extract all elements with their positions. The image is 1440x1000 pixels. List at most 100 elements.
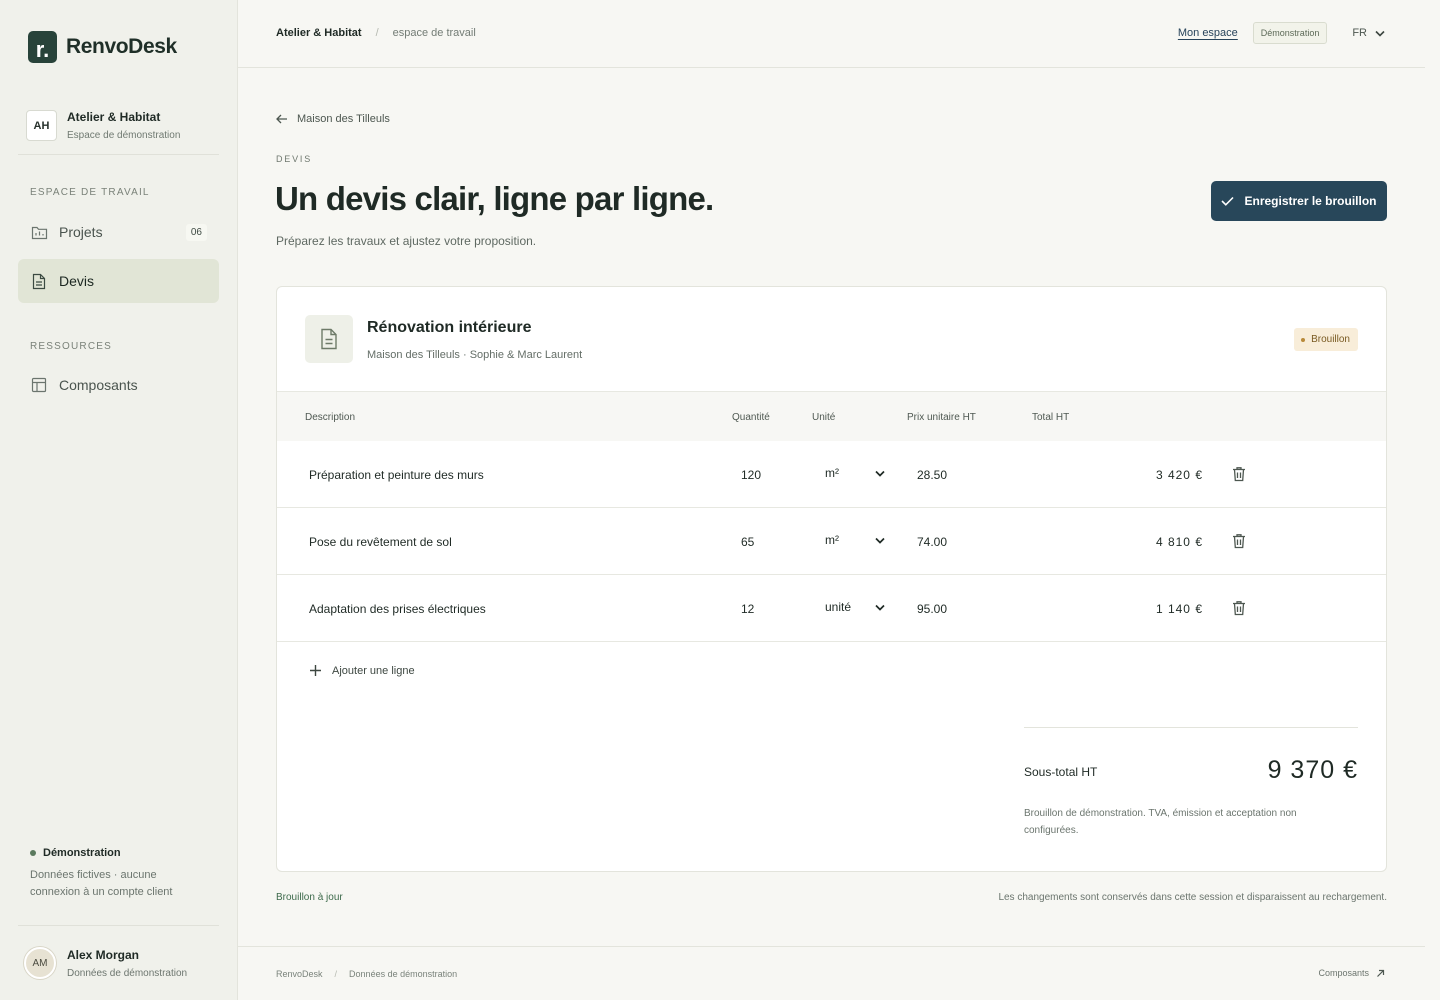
app-logo[interactable]: r. RenvoDesk [28, 31, 177, 63]
column-header: Total HT [1032, 412, 1070, 423]
section-label-workspace: ESPACE DE TRAVAIL [30, 187, 150, 198]
column-header: Prix unitaire HT [907, 412, 976, 423]
table-row: Adaptation des prises électriques 12 uni… [277, 575, 1386, 642]
demo-text: Données fictives · aucune connexion à un… [30, 869, 173, 898]
app-name: RenvoDesk [66, 35, 177, 58]
description-input[interactable]: Adaptation des prises électriques [309, 602, 486, 616]
unit-price-input[interactable]: 74.00 [917, 535, 947, 549]
demo-badge: Démonstration [1252, 22, 1328, 44]
unit-value: m² [825, 466, 839, 480]
layout-icon [30, 376, 48, 394]
chevron-down-icon [875, 604, 885, 611]
footer-components-link[interactable]: Composants [1318, 968, 1385, 978]
workspace-name: Atelier & Habitat [67, 110, 161, 124]
column-header: Unité [812, 412, 836, 423]
workspace-avatar: AH [26, 110, 57, 141]
section-label-resources: RESSOURCES [30, 341, 113, 352]
add-line-button[interactable]: Ajouter une ligne [309, 664, 415, 677]
my-space-link[interactable]: Mon espace [1178, 27, 1238, 39]
table-header: Description Quantité Unité Prix unitaire… [277, 391, 1386, 441]
quantity-input[interactable]: 65 [741, 535, 754, 549]
external-link-icon [1377, 969, 1385, 977]
sidebar-item-composants[interactable]: Composants [18, 363, 219, 407]
page-title: Un devis clair, ligne par ligne. [275, 180, 714, 217]
demo-notice: Démonstration Données fictives · aucune … [30, 847, 210, 901]
breadcrumb-current: espace de travail [392, 27, 476, 39]
sidebar-item-label: Composants [59, 377, 138, 393]
projects-count-badge: 06 [185, 223, 207, 241]
add-line-label: Ajouter une ligne [332, 664, 415, 677]
language-selector[interactable]: FR [1352, 27, 1385, 39]
footer-link-label: Composants [1318, 968, 1369, 978]
check-icon [1221, 196, 1235, 206]
delete-line-button[interactable] [1232, 466, 1246, 485]
status-label: Brouillon [1311, 334, 1350, 345]
trash-icon [1233, 601, 1245, 616]
footer-brand: RenvoDesk [276, 969, 323, 979]
language-label: FR [1352, 27, 1367, 39]
status-dot [30, 850, 36, 856]
status-dot [1301, 337, 1306, 342]
quote-card: Rénovation intérieure Maison des Tilleul… [276, 286, 1387, 872]
delete-line-button[interactable] [1232, 533, 1246, 552]
back-label: Maison des Tilleuls [297, 113, 390, 125]
document-icon [305, 315, 353, 363]
back-link[interactable]: Maison des Tilleuls [276, 113, 390, 125]
top-header: Atelier & Habitat / espace de travail Mo… [238, 0, 1425, 68]
save-draft-button[interactable]: Enregistrer le brouillon [1211, 181, 1387, 221]
plus-icon [310, 665, 321, 676]
delete-line-button[interactable] [1232, 600, 1246, 619]
quote-subtitle: Maison des Tilleuls · Sophie & Marc Laur… [367, 349, 583, 361]
sidebar-item-devis[interactable]: Devis [18, 259, 219, 303]
chevron-down-icon [875, 470, 885, 477]
draft-status: Brouillon à jour [276, 892, 343, 903]
description-input[interactable]: Préparation et peinture des murs [309, 468, 484, 482]
footer-separator: / [334, 969, 338, 979]
breadcrumb: Atelier & Habitat / espace de travail [276, 27, 476, 39]
footer-data-label: Données de démonstration [349, 969, 458, 979]
trash-icon [1233, 467, 1245, 482]
column-header: Quantité [732, 412, 770, 423]
subtotal-note: Brouillon de démonstration. TVA, émissio… [1024, 808, 1297, 836]
line-total: 1 140 € [1155, 602, 1203, 616]
breadcrumb-separator: / [375, 27, 379, 39]
unit-select[interactable]: m² [825, 533, 885, 547]
page-eyebrow: DEVIS [276, 154, 313, 164]
unit-price-input[interactable]: 28.50 [917, 468, 947, 482]
trash-icon [1233, 534, 1245, 549]
line-total: 3 420 € [1155, 468, 1203, 482]
unit-price-input[interactable]: 95.00 [917, 602, 947, 616]
workspace-switcher[interactable]: AH Atelier & Habitat Espace de démonstra… [26, 110, 219, 141]
workspace-subtitle: Espace de démonstration [67, 130, 181, 141]
arrow-left-icon [276, 114, 287, 124]
demo-title: Démonstration [43, 847, 121, 859]
column-header: Description [305, 412, 356, 423]
sidebar-item-label: Projets [59, 224, 103, 240]
quantity-input[interactable]: 120 [741, 468, 761, 482]
subtotal-label: Sous-total HT [1024, 765, 1098, 779]
unit-select[interactable]: m² [825, 466, 885, 480]
chevron-down-icon [875, 537, 885, 544]
footer: RenvoDesk / Données de démonstration Com… [238, 946, 1425, 1000]
sidebar: r. RenvoDesk AH Atelier & Habitat Espace… [0, 0, 238, 1000]
session-note: Les changements sont conservés dans cett… [998, 892, 1387, 903]
page-subtitle: Préparez les travaux et ajustez votre pr… [276, 234, 537, 248]
user-name: Alex Morgan [67, 947, 140, 962]
sidebar-item-projets[interactable]: Projets 06 [18, 210, 219, 254]
table-row: Préparation et peinture des murs 120 m² … [277, 441, 1386, 508]
description-input[interactable]: Pose du revêtement de sol [309, 535, 452, 549]
unit-value: unité [825, 600, 852, 614]
line-total: 4 810 € [1155, 535, 1203, 549]
divider [18, 925, 219, 926]
quantity-input[interactable]: 12 [741, 602, 754, 616]
user-subtitle: Données de démonstration [67, 967, 188, 979]
save-draft-label: Enregistrer le brouillon [1244, 194, 1377, 208]
unit-select[interactable]: unité [825, 600, 885, 614]
breadcrumb-workspace[interactable]: Atelier & Habitat [276, 27, 362, 39]
logo-mark: r. [28, 31, 57, 63]
folder-icon [30, 223, 48, 241]
user-profile[interactable]: AM Alex Morgan Données de démonstration [24, 947, 187, 979]
table-row: Pose du revêtement de sol 65 m² 74.00 4 … [277, 508, 1386, 575]
chevron-down-icon [1375, 30, 1385, 37]
subtotal-value: 9 370 € [1267, 756, 1358, 784]
